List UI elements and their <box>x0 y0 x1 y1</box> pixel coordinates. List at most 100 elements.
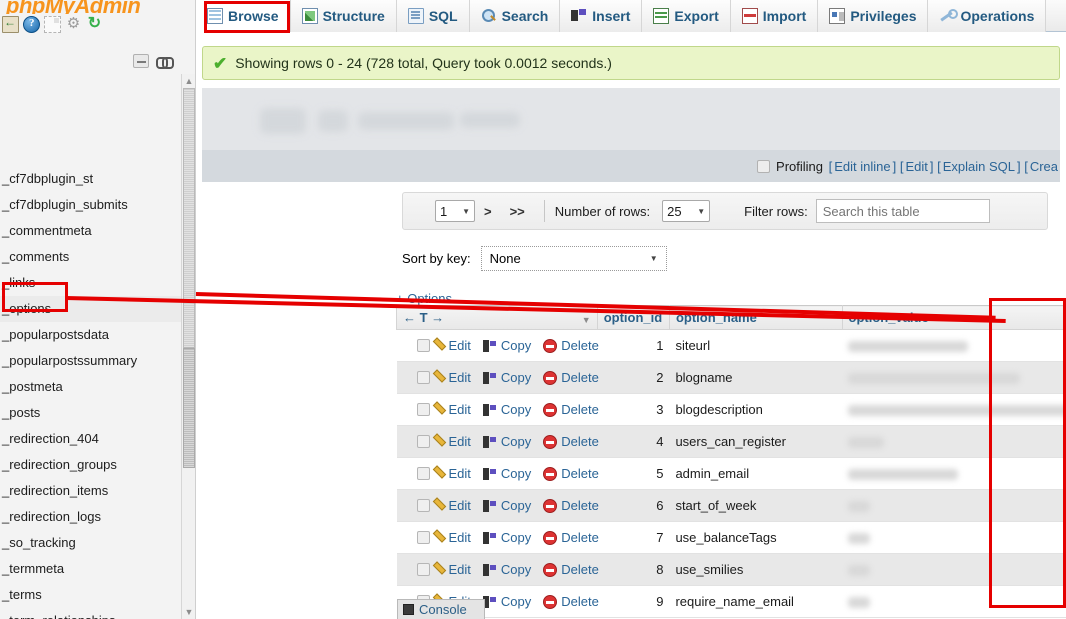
table-row[interactable]: EditCopyDelete2blognameyes <box>396 361 1066 394</box>
row-checkbox[interactable] <box>416 563 430 576</box>
delete-icon[interactable] <box>543 594 558 609</box>
cell-option-value[interactable] <box>842 585 1066 618</box>
edit-icon[interactable] <box>431 499 445 513</box>
options-toggle-link[interactable]: + Options <box>396 291 452 306</box>
tab-operations[interactable]: Operations <box>928 0 1047 32</box>
copy-link[interactable]: Copy <box>501 594 531 609</box>
delete-icon[interactable] <box>543 434 558 449</box>
sort-by-key-select[interactable]: None ▼ <box>480 246 667 271</box>
sidebar-table-popularpostsdata[interactable]: _popularpostsdata <box>0 322 182 348</box>
edit-link[interactable]: Edit <box>449 370 471 385</box>
sidebar-table-popularpostssummary[interactable]: _popularpostssummary <box>0 348 182 374</box>
copy-icon[interactable] <box>482 595 497 609</box>
profiling-checkbox[interactable] <box>757 159 771 173</box>
delete-link[interactable]: Delete <box>561 594 599 609</box>
sidebar-table-posts[interactable]: _posts <box>0 400 182 426</box>
cell-option-value[interactable] <box>842 361 1066 394</box>
table-row[interactable]: EditCopyDelete3blogdescriptionyes <box>396 393 1066 426</box>
row-checkbox[interactable] <box>416 403 430 416</box>
console-bar[interactable]: Console <box>397 599 485 619</box>
cell-option-name[interactable]: users_can_register <box>669 425 843 458</box>
sidebar-table-commentmeta[interactable]: _commentmeta <box>0 218 182 244</box>
edit-icon[interactable] <box>431 467 445 481</box>
scrollbar-thumb[interactable] <box>183 88 195 348</box>
row-checkbox[interactable] <box>416 339 430 352</box>
sidebar-table-cf7dbplugin_st[interactable]: _cf7dbplugin_st <box>0 166 182 192</box>
tab-insert[interactable]: Insert <box>560 0 643 32</box>
delete-link[interactable]: Delete <box>561 498 599 513</box>
copy-link[interactable]: Copy <box>501 562 531 577</box>
edit-link[interactable]: Edit <box>449 338 471 353</box>
copy-icon[interactable] <box>482 403 497 417</box>
edit-icon[interactable] <box>431 563 445 577</box>
table-row[interactable]: EditCopyDelete5admin_emailyes <box>396 457 1066 490</box>
refresh-icon[interactable]: ↻ <box>86 16 103 33</box>
copy-icon[interactable] <box>482 339 497 353</box>
delete-icon[interactable] <box>543 370 558 385</box>
tab-export[interactable]: Export <box>642 0 731 32</box>
cell-option-value[interactable] <box>842 553 1066 586</box>
sidebar-table-redirection_404[interactable]: _redirection_404 <box>0 426 182 452</box>
cell-option-name[interactable]: use_smilies <box>669 553 843 586</box>
row-checkbox[interactable] <box>416 531 430 544</box>
edit-link[interactable]: Edit <box>449 466 471 481</box>
tab-privileges[interactable]: Privileges <box>818 0 929 32</box>
cell-option-id[interactable]: 7 <box>597 521 670 554</box>
link-icon[interactable] <box>156 56 174 69</box>
sidebar-table-term_relationships[interactable]: _term_relationships <box>0 608 182 619</box>
sidebar-table-redirection_logs[interactable]: _redirection_logs <box>0 504 182 530</box>
copy-icon[interactable] <box>482 371 497 385</box>
tab-browse[interactable]: Browse <box>196 0 291 32</box>
logo[interactable]: phpMyAdmin <box>0 0 195 14</box>
cell-option-id[interactable]: 1 <box>597 329 670 362</box>
tab-search[interactable]: Search <box>469 0 561 32</box>
copy-link[interactable]: Copy <box>501 402 531 417</box>
home-icon[interactable] <box>2 15 19 33</box>
row-checkbox[interactable] <box>416 467 430 480</box>
scrollbar-thumb-lower[interactable] <box>183 348 195 468</box>
column-nav-arrows[interactable]: ← T → <box>403 310 444 325</box>
cell-option-value[interactable] <box>842 457 1066 490</box>
cell-option-name[interactable]: siteurl <box>669 329 843 362</box>
table-row[interactable]: EditCopyDelete8use_smiliesyes <box>396 553 1066 586</box>
table-row[interactable]: EditCopyDelete1siteurlyes <box>396 329 1066 362</box>
copy-link[interactable]: Copy <box>501 434 531 449</box>
sidebar-table-cf7dbplugin_submits[interactable]: _cf7dbplugin_submits <box>0 192 182 218</box>
row-checkbox[interactable] <box>416 499 430 512</box>
edit-link[interactable]: Edit <box>905 159 927 174</box>
header-option-value[interactable]: option_value <box>841 305 1066 330</box>
sidebar-table-redirection_groups[interactable]: _redirection_groups <box>0 452 182 478</box>
table-row[interactable]: EditCopyDelete4users_can_registeryes <box>396 425 1066 458</box>
copy-link[interactable]: Copy <box>501 530 531 545</box>
header-option-id[interactable]: option_id <box>596 305 670 330</box>
row-checkbox[interactable] <box>416 371 430 384</box>
delete-link[interactable]: Delete <box>561 402 599 417</box>
table-row[interactable]: EditCopyDelete6start_of_weekyes <box>396 489 1066 522</box>
sidebar-table-terms[interactable]: _terms <box>0 582 182 608</box>
copy-icon[interactable] <box>482 563 497 577</box>
delete-icon[interactable] <box>543 530 558 545</box>
delete-link[interactable]: Delete <box>561 338 599 353</box>
sidebar-table-redirection_items[interactable]: _redirection_items <box>0 478 182 504</box>
create-php-code-link[interactable]: Crea <box>1030 159 1058 174</box>
delete-icon[interactable] <box>543 466 558 481</box>
copy-icon[interactable] <box>482 531 497 545</box>
rows-per-page-select[interactable]: 25 ▼ <box>662 200 711 222</box>
explain-sql-link[interactable]: Explain SQL <box>943 159 1015 174</box>
delete-icon[interactable] <box>543 562 558 577</box>
copy-icon[interactable] <box>482 435 497 449</box>
sidebar-table-comments[interactable]: _comments <box>0 244 182 270</box>
copy-link[interactable]: Copy <box>501 498 531 513</box>
delete-icon[interactable] <box>543 498 558 513</box>
edit-icon[interactable] <box>431 531 445 545</box>
cell-option-value[interactable] <box>842 489 1066 522</box>
chevron-down-icon[interactable]: ▼ <box>582 315 591 325</box>
tab-structure[interactable]: Structure <box>290 0 397 32</box>
cell-option-id[interactable]: 9 <box>597 585 670 618</box>
cell-option-id[interactable]: 8 <box>597 553 670 586</box>
sidebar-table-options[interactable]: _options <box>0 296 182 322</box>
edit-link[interactable]: Edit <box>449 530 471 545</box>
doc-icon[interactable] <box>44 16 61 33</box>
cell-option-id[interactable]: 3 <box>597 393 670 426</box>
help-icon[interactable] <box>23 16 40 33</box>
